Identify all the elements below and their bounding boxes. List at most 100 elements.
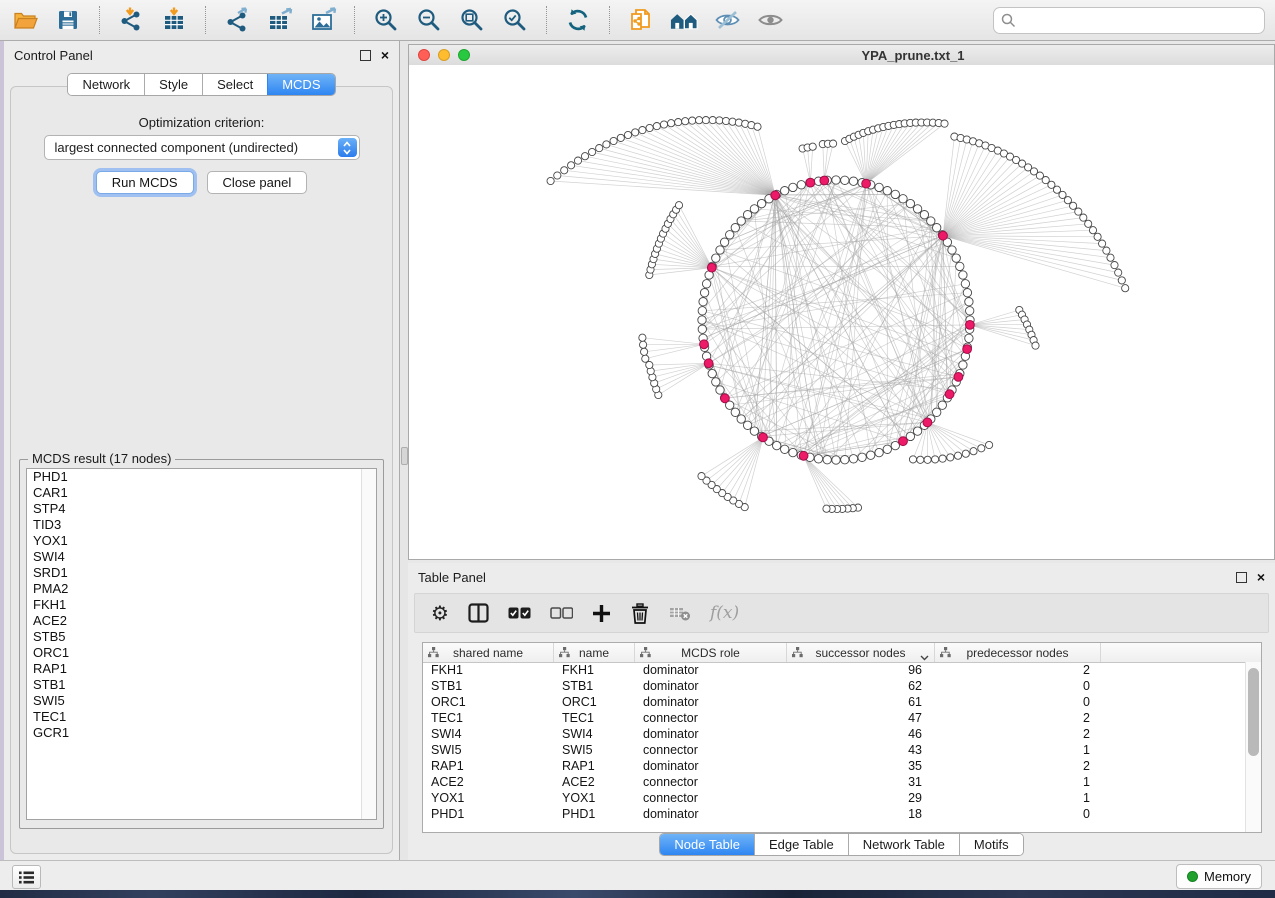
- satellite-node[interactable]: [640, 341, 647, 348]
- task-history-button[interactable]: [12, 865, 41, 889]
- ring-node[interactable]: [726, 231, 734, 239]
- table-settings-icon[interactable]: ⚙: [431, 601, 449, 625]
- mcds-hub-node[interactable]: [721, 394, 730, 403]
- satellite-node[interactable]: [823, 505, 830, 512]
- satellite-node[interactable]: [589, 148, 596, 155]
- close-panel-icon[interactable]: ×: [381, 48, 389, 62]
- network-window-titlebar[interactable]: YPA_prune.txt_1: [409, 45, 1274, 66]
- mcds-result-item[interactable]: FKH1: [27, 597, 376, 613]
- ring-node[interactable]: [757, 199, 765, 207]
- ring-node[interactable]: [720, 238, 728, 246]
- vertical-splitter[interactable]: [400, 41, 408, 860]
- satellite-node[interactable]: [568, 162, 575, 169]
- satellite-node[interactable]: [675, 202, 682, 209]
- satellite-node[interactable]: [610, 137, 617, 144]
- table-row[interactable]: SWI4SWI4dominator462: [423, 726, 1246, 742]
- mcds-result-item[interactable]: CAR1: [27, 485, 376, 501]
- float-panel-icon[interactable]: [1236, 572, 1247, 583]
- splitter-handle[interactable]: [401, 447, 408, 465]
- ring-node[interactable]: [849, 455, 857, 463]
- export-table-icon[interactable]: [265, 5, 295, 35]
- tab-motifs[interactable]: Motifs: [959, 834, 1023, 855]
- satellite-node[interactable]: [639, 334, 646, 341]
- satellite-node[interactable]: [1075, 208, 1082, 215]
- ring-node[interactable]: [712, 378, 720, 386]
- ring-node[interactable]: [814, 455, 822, 463]
- satellite-node[interactable]: [1111, 262, 1118, 269]
- ring-node[interactable]: [849, 177, 857, 185]
- satellite-node[interactable]: [1032, 342, 1039, 349]
- delete-columns-icon[interactable]: [630, 601, 650, 625]
- ring-node[interactable]: [899, 195, 907, 203]
- mcds-hub-node[interactable]: [963, 345, 972, 354]
- satellite-node[interactable]: [624, 131, 631, 138]
- window-zoom-icon[interactable]: [458, 49, 470, 61]
- table-row[interactable]: STB1STB1dominator620: [423, 678, 1246, 694]
- table-row[interactable]: PHD1PHD1dominator180: [423, 806, 1246, 822]
- satellite-node[interactable]: [1099, 240, 1106, 247]
- satellite-node[interactable]: [909, 456, 916, 463]
- satellite-node[interactable]: [939, 455, 946, 462]
- column-header-mcds-role[interactable]: MCDS role: [635, 643, 787, 662]
- satellite-node[interactable]: [1080, 214, 1087, 221]
- ring-node[interactable]: [841, 176, 849, 184]
- satellite-node[interactable]: [1089, 227, 1096, 234]
- satellite-node[interactable]: [653, 123, 660, 130]
- search-input[interactable]: [993, 7, 1265, 34]
- satellite-node[interactable]: [1064, 197, 1071, 204]
- satellite-node[interactable]: [696, 117, 703, 124]
- open-file-icon[interactable]: [10, 5, 40, 35]
- criterion-dropdown[interactable]: largest connected component (undirected): [44, 135, 360, 160]
- mcds-hub-node[interactable]: [966, 321, 975, 330]
- ring-node[interactable]: [743, 211, 751, 219]
- ring-node[interactable]: [933, 408, 941, 416]
- satellite-node[interactable]: [924, 456, 931, 463]
- ring-node[interactable]: [832, 456, 840, 464]
- ring-node[interactable]: [891, 190, 899, 198]
- hide-selected-eye-icon[interactable]: [712, 5, 742, 35]
- ring-node[interactable]: [731, 224, 739, 232]
- ring-node[interactable]: [731, 408, 739, 416]
- mcds-list-scrollbar[interactable]: [361, 469, 376, 819]
- ring-node[interactable]: [698, 307, 706, 315]
- tab-network-table[interactable]: Network Table: [848, 834, 959, 855]
- ring-node[interactable]: [927, 217, 935, 225]
- ring-node[interactable]: [698, 325, 706, 333]
- tab-node-table[interactable]: Node Table: [660, 834, 754, 855]
- column-header-shared-name[interactable]: shared name: [423, 643, 554, 662]
- mcds-result-item[interactable]: ORC1: [27, 645, 376, 661]
- ring-node[interactable]: [933, 224, 941, 232]
- mcds-result-item[interactable]: PHD1: [27, 469, 376, 485]
- ring-node[interactable]: [781, 187, 789, 195]
- mcds-hub-node[interactable]: [707, 263, 716, 272]
- tab-style[interactable]: Style: [144, 74, 202, 95]
- ring-node[interactable]: [965, 298, 973, 306]
- ring-node[interactable]: [938, 401, 946, 409]
- ring-node[interactable]: [750, 205, 758, 213]
- table-scrollbar-thumb[interactable]: [1248, 668, 1259, 756]
- ring-node[interactable]: [963, 289, 971, 297]
- mcds-hub-node[interactable]: [799, 451, 808, 460]
- ring-node[interactable]: [875, 448, 883, 456]
- mcds-result-item[interactable]: YOX1: [27, 533, 376, 549]
- satellite-node[interactable]: [716, 117, 723, 124]
- ring-node[interactable]: [716, 246, 724, 254]
- table-row[interactable]: FKH1FKH1dominator962: [423, 662, 1246, 678]
- column-header-successor-nodes[interactable]: successor nodes: [787, 643, 935, 662]
- column-header-predecessor-nodes[interactable]: predecessor nodes: [935, 643, 1101, 662]
- mcds-result-item[interactable]: STB1: [27, 677, 376, 693]
- zoom-out-icon[interactable]: [414, 5, 444, 35]
- ring-node[interactable]: [750, 427, 758, 435]
- add-column-icon[interactable]: [592, 601, 611, 625]
- deselect-all-icon[interactable]: [550, 601, 573, 625]
- ring-node[interactable]: [823, 456, 831, 464]
- satellite-node[interactable]: [978, 445, 985, 452]
- satellite-node[interactable]: [596, 145, 603, 152]
- select-all-icon[interactable]: [508, 601, 531, 625]
- satellite-node[interactable]: [954, 452, 961, 459]
- satellite-node[interactable]: [986, 441, 993, 448]
- satellite-node[interactable]: [642, 355, 649, 362]
- table-row[interactable]: SWI5SWI5connector431: [423, 742, 1246, 758]
- mcds-result-item[interactable]: TEC1: [27, 709, 376, 725]
- satellite-node[interactable]: [675, 119, 682, 126]
